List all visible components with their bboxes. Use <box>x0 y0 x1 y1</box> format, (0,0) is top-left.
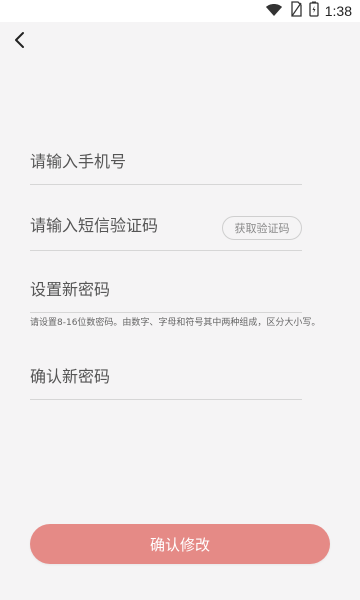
battery-icon <box>309 1 319 21</box>
status-bar: 1:38 <box>0 0 360 22</box>
phone-placeholder: 请输入手机号 <box>30 152 127 171</box>
confirm-password-placeholder: 确认新密码 <box>30 367 111 386</box>
confirm-password-field[interactable]: 确认新密码 <box>30 358 302 400</box>
status-time: 1:38 <box>324 3 352 19</box>
new-password-placeholder: 设置新密码 <box>30 280 111 299</box>
status-icons: 1:38 <box>265 1 352 21</box>
sim-card-icon <box>289 1 303 21</box>
new-password-field[interactable]: 设置新密码 <box>30 272 302 313</box>
wifi-icon <box>265 2 283 21</box>
sms-code-placeholder: 请输入短信验证码 <box>30 216 159 235</box>
confirm-change-button[interactable]: 确认修改 <box>30 524 330 564</box>
back-button[interactable] <box>8 30 32 54</box>
password-hint: 请设置8-16位数密码。由数字、字母和符号其中两种组成，区分大小写。 <box>30 318 321 328</box>
chevron-left-icon <box>13 31 27 53</box>
get-code-button[interactable]: 获取验证码 <box>222 216 302 240</box>
phone-field[interactable]: 请输入手机号 <box>30 140 302 185</box>
sms-code-field[interactable]: 请输入短信验证码 获取验证码 <box>30 205 302 251</box>
